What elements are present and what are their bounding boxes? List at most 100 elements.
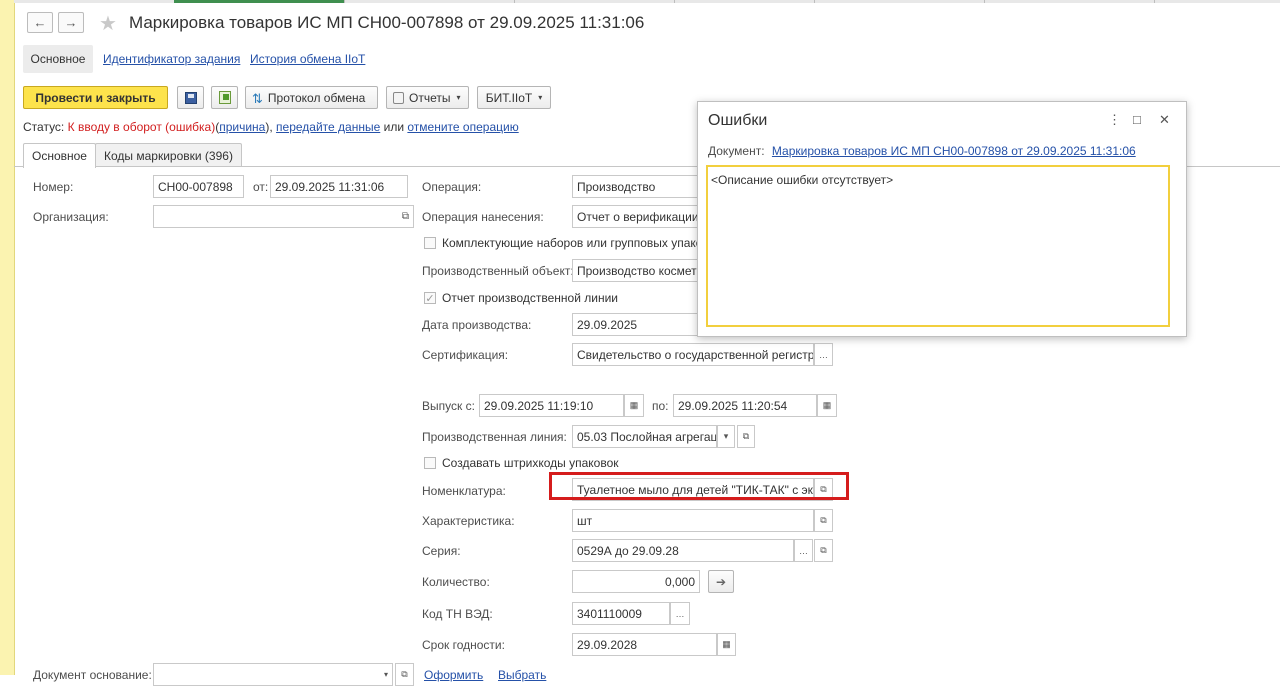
dropdown-arrow-icon: ▾ — [538, 93, 543, 102]
exchange-protocol-button[interactable]: ⇅ Протокол обмена — [245, 86, 378, 109]
back-button[interactable]: ← — [27, 12, 53, 33]
reports-dropdown-button[interactable]: Отчеты ▾ — [386, 86, 469, 109]
post-button[interactable] — [211, 86, 238, 109]
open-form-icon[interactable]: ⧉ — [402, 211, 409, 222]
errors-popup-title: Ошибки — [708, 112, 768, 129]
transfer-data-link[interactable]: передайте данные — [276, 120, 380, 134]
tab-main[interactable]: Основное — [23, 45, 93, 73]
save-button[interactable] — [177, 86, 204, 109]
line-report-checkbox[interactable]: ✓ — [424, 292, 436, 305]
ellipsis-icon: … — [819, 349, 828, 360]
window-tab-strip — [14, 0, 1280, 3]
favorite-star-icon[interactable]: ★ — [99, 11, 117, 36]
reports-label: Отчеты — [409, 90, 451, 105]
bit-iiot-label: БИТ.IIoT — [485, 90, 533, 105]
production-line-dropdown[interactable]: ▾ — [717, 425, 735, 448]
close-icon[interactable]: ✕ — [1159, 112, 1170, 128]
form-tab-main-label: Основное — [32, 149, 87, 163]
application-operation-field[interactable]: Отчет о верификации н — [572, 205, 702, 228]
errors-popup-document: Документ: Маркировка товаров ИС МП СН00-… — [708, 144, 1136, 158]
status-label: Статус: — [23, 120, 65, 134]
quantity-fill-button[interactable]: ➔ — [708, 570, 734, 593]
status-line: Статус: К вводу в оборот (ошибка)(причин… — [23, 120, 519, 134]
highlight-frame — [549, 472, 849, 500]
organization-field[interactable]: ⧉ — [153, 205, 414, 228]
release-from-field[interactable]: 29.09.2025 11:19:10 — [479, 394, 624, 417]
series-select-button[interactable]: … — [794, 539, 813, 562]
report-icon — [393, 91, 404, 104]
line-report-label: Отчет производственной линии — [442, 291, 619, 305]
quantity-field[interactable]: 0,000 — [572, 570, 700, 593]
characteristic-open-button[interactable]: ⧉ — [814, 509, 833, 532]
error-description-field[interactable]: <Описание ошибки отсутствует> — [706, 165, 1170, 327]
from-label: от: — [253, 180, 269, 194]
organization-label: Организация: — [33, 210, 109, 224]
production-object-field[interactable]: Производство космети — [572, 259, 702, 282]
maximize-icon[interactable]: □ — [1133, 112, 1141, 127]
errors-popup: Ошибки ⋮ □ ✕ Документ: Маркировка товаро… — [697, 101, 1187, 337]
production-object-label: Производственный объект: — [422, 264, 574, 278]
calendar-icon: ▦ — [822, 400, 832, 410]
tab-main-label: Основное — [30, 52, 86, 66]
post-and-close-button[interactable]: Провести и закрыть — [23, 86, 168, 109]
certification-label: Сертификация: — [422, 348, 509, 362]
nomenclature-label: Номенклатура: — [422, 484, 506, 498]
exchange-arrows-icon: ⇅ — [252, 90, 263, 106]
cancel-operation-link[interactable]: отмените операцию — [407, 120, 518, 134]
production-line-open-button[interactable]: ⧉ — [737, 425, 755, 448]
calendar-icon: ▦ — [722, 639, 731, 649]
kit-checkbox-label: Комплектующие наборов или групповых упак… — [442, 236, 709, 250]
release-from-calendar-button[interactable]: ▦ — [624, 394, 644, 417]
tnved-select-button[interactable]: … — [670, 602, 690, 625]
tab-iiot-history[interactable]: История обмена IIoT — [250, 52, 365, 66]
expiry-calendar-button[interactable]: ▦ — [717, 633, 736, 656]
more-actions-icon[interactable]: ⋮ — [1108, 112, 1121, 128]
checkmark-icon: ✓ — [425, 292, 435, 305]
open-form-icon: ⧉ — [742, 431, 750, 441]
kit-checkbox[interactable] — [424, 237, 436, 249]
expiry-field[interactable]: 29.09.2028 — [572, 633, 717, 656]
expiry-label: Срок годности: — [422, 638, 505, 652]
reason-link[interactable]: причина — [219, 120, 265, 134]
calendar-icon: ▦ — [629, 400, 639, 410]
release-to-field[interactable]: 29.09.2025 11:20:54 — [673, 394, 817, 417]
create-barcodes-checkbox[interactable] — [424, 457, 436, 469]
form-tab-marking-codes[interactable]: Коды маркировки (396) — [95, 143, 242, 167]
date-field[interactable]: 29.09.2025 11:31:06 — [270, 175, 408, 198]
status-or-text: или — [383, 120, 405, 134]
number-field[interactable]: СН00-007898 — [153, 175, 244, 198]
document-label: Документ: — [708, 144, 765, 158]
production-line-label: Производственная линия: — [422, 430, 567, 444]
create-barcodes-label: Создавать штрихкоды упаковок — [442, 456, 619, 470]
tab-task-id[interactable]: Идентификатор задания — [103, 52, 240, 66]
certification-select-button[interactable]: … — [814, 343, 833, 366]
production-line-field[interactable]: 05.03 Послойная агрегаци — [572, 425, 717, 448]
bit-iiot-dropdown-button[interactable]: БИТ.IIoT ▾ — [477, 86, 551, 109]
series-label: Серия: — [422, 544, 461, 558]
exchange-protocol-label: Протокол обмена — [267, 90, 366, 105]
ellipsis-icon: … — [675, 608, 685, 619]
left-accent-bar — [0, 0, 15, 675]
status-state: К вводу в оборот (ошибка) — [67, 120, 216, 134]
operation-label: Операция: — [422, 180, 482, 194]
post-document-icon — [218, 91, 231, 104]
release-to-calendar-button[interactable]: ▦ — [817, 394, 837, 417]
document-link[interactable]: Маркировка товаров ИС МП СН00-007898 от … — [772, 144, 1136, 158]
ellipsis-icon: … — [799, 545, 808, 556]
certification-field[interactable]: Свидетельство о государственной регистра — [572, 343, 814, 366]
form-tab-main[interactable]: Основное — [23, 143, 96, 168]
form-tab-codes-label: Коды маркировки (396) — [104, 148, 233, 163]
select-link[interactable]: Выбрать — [498, 668, 546, 682]
series-open-button[interactable]: ⧉ — [814, 539, 833, 562]
tnved-label: Код ТН ВЭД: — [422, 607, 493, 621]
process-link[interactable]: Оформить — [424, 668, 483, 682]
open-form-icon: ⧉ — [820, 515, 827, 525]
series-field[interactable]: 0529А до 29.09.28 — [572, 539, 794, 562]
forward-button[interactable]: → — [58, 12, 84, 33]
application-operation-label: Операция нанесения: — [422, 210, 544, 224]
operation-field[interactable]: Производство — [572, 175, 702, 198]
tnved-field[interactable]: 3401110009 — [572, 602, 670, 625]
open-form-icon: ⧉ — [820, 545, 827, 555]
release-from-label: Выпуск с: — [422, 399, 475, 413]
characteristic-field[interactable]: шт — [572, 509, 814, 532]
